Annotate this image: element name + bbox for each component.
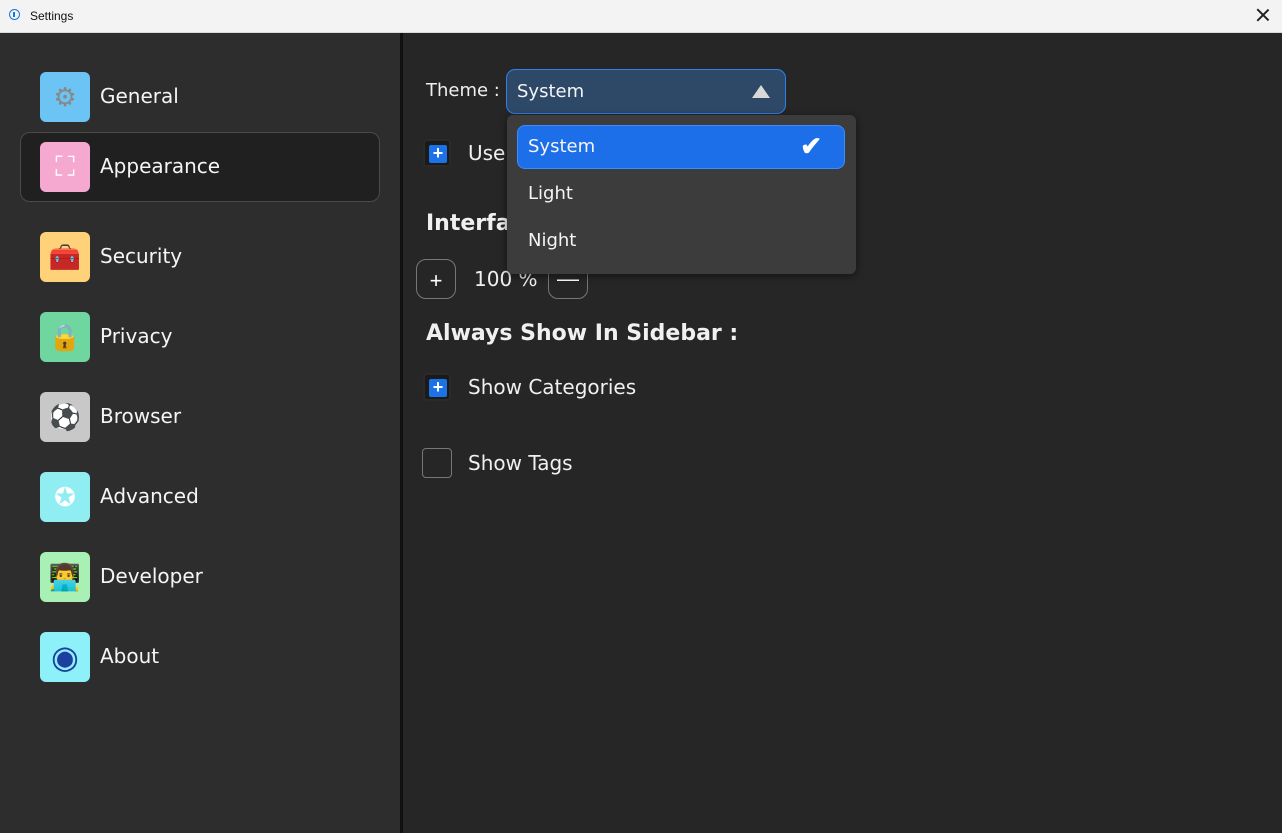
use-label: Use: [468, 141, 506, 165]
theme-option-light[interactable]: Light: [517, 172, 845, 216]
window-title: Settings: [30, 9, 74, 23]
developer-icon: 👨‍💻: [40, 552, 90, 602]
plus-icon: +: [429, 268, 443, 293]
checkmark-icon: ✔: [800, 131, 822, 161]
app-icon: [9, 9, 20, 20]
show-categories-checkbox[interactable]: +: [423, 373, 451, 401]
theme-select-value: System: [517, 81, 585, 102]
theme-dropdown-menu: System ✔ Light Night: [507, 115, 856, 274]
toolbox-icon: 🧰: [40, 232, 90, 282]
caret-up-icon: [752, 85, 770, 98]
sidebar-item-appearance[interactable]: ⛶ Appearance: [20, 132, 380, 202]
lock-icon: 🔒: [40, 312, 90, 362]
option-label: System: [528, 136, 596, 157]
sidebar-item-privacy[interactable]: 🔒 Privacy: [20, 302, 380, 372]
plus-icon: +: [432, 377, 444, 397]
sidebar-item-label: General: [100, 84, 179, 108]
theme-option-night[interactable]: Night: [517, 219, 845, 263]
option-label: Light: [528, 183, 573, 204]
gear-icon: ⚙: [40, 72, 90, 122]
eye-icon: ◉: [40, 632, 90, 682]
sidebar-item-label: Appearance: [100, 154, 221, 178]
sidebar-item-browser[interactable]: ⚽ Browser: [20, 382, 380, 452]
theme-option-system[interactable]: System ✔: [517, 125, 845, 169]
sidebar: ⚙ General ⛶ Appearance 🧰 Security 🔒 Priv…: [0, 33, 400, 833]
sidebar-item-label: Privacy: [100, 324, 173, 348]
option-label: Night: [528, 230, 577, 251]
sidebar-item-label: Developer: [100, 564, 203, 588]
close-button[interactable]: [1254, 6, 1272, 24]
use-checkbox[interactable]: +: [423, 139, 451, 167]
sidebar-item-about[interactable]: ◉ About: [20, 622, 380, 692]
show-categories-label: Show Categories: [468, 375, 637, 399]
sidebar-item-general[interactable]: ⚙ General: [20, 62, 380, 132]
sidebar-item-security[interactable]: 🧰 Security: [20, 222, 380, 292]
plus-icon: +: [432, 143, 444, 163]
sidebar-divider: [400, 33, 403, 833]
sidebar-item-advanced[interactable]: ✪ Advanced: [20, 462, 380, 532]
sidebar-item-developer[interactable]: 👨‍💻 Developer: [20, 542, 380, 612]
sidebar-item-label: Browser: [100, 404, 182, 428]
sidebar-item-label: Advanced: [100, 484, 199, 508]
theme-select[interactable]: System: [506, 69, 786, 114]
show-tags-checkbox[interactable]: [422, 448, 452, 478]
sidebar-item-label: Security: [100, 244, 183, 268]
theme-label: Theme :: [426, 80, 500, 101]
zoom-in-button[interactable]: +: [416, 259, 456, 299]
title-bar: Settings: [0, 0, 1282, 33]
frame-icon: ⛶: [40, 142, 90, 192]
sidebar-item-label: About: [100, 644, 160, 668]
always-show-heading: Always Show In Sidebar :: [426, 321, 739, 346]
show-tags-label: Show Tags: [468, 451, 573, 475]
globe-icon: ⚽: [40, 392, 90, 442]
star-icon: ✪: [40, 472, 90, 522]
